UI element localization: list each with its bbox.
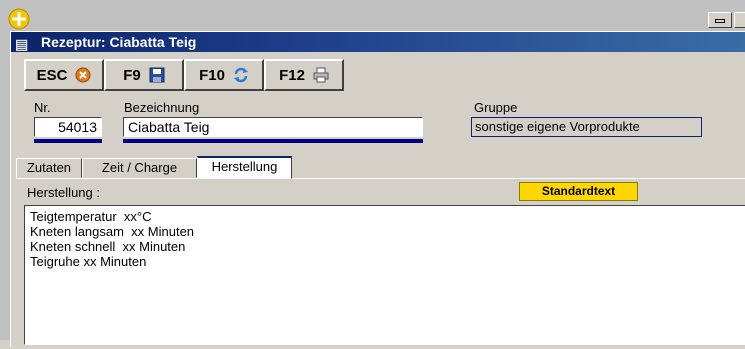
standardtext-button[interactable]: Standardtext (519, 182, 638, 201)
herstellung-textarea[interactable]: Teigtemperatur xx°C Kneten langsam xx Mi… (24, 205, 745, 345)
f12-label: F12 (279, 66, 305, 84)
f10-refresh-button[interactable]: F10 (184, 59, 264, 91)
document-icon: ▤ (15, 36, 29, 52)
tab-zeit-charge[interactable]: Zeit / Charge (82, 158, 197, 178)
minimize-button[interactable] (708, 12, 732, 28)
f9-save-button[interactable]: F9 (104, 59, 184, 91)
maximize-button[interactable] (734, 12, 745, 28)
printer-icon (313, 67, 329, 83)
esc-button[interactable]: ESC (24, 59, 104, 91)
nr-label: Nr. (34, 100, 51, 115)
tab-herstellung[interactable]: Herstellung (197, 156, 292, 179)
tab-zutaten[interactable]: Zutaten (16, 158, 82, 178)
window-title: Rezeptur: Ciabatta Teig (41, 34, 197, 50)
nr-field[interactable]: 54013 (34, 117, 102, 137)
text-line: Teigtemperatur xx°C (30, 209, 152, 224)
title-bar[interactable]: ▤ Rezeptur: Ciabatta Teig (11, 32, 745, 52)
bezeichnung-underline (123, 139, 423, 143)
gruppe-field[interactable]: sonstige eigene Vorprodukte (471, 117, 702, 137)
esc-label: ESC (36, 66, 68, 84)
text-line: Kneten schnell xx Minuten (30, 239, 186, 254)
app-logo-icon (8, 8, 30, 30)
recipe-window: ▤ Rezeptur: Ciabatta Teig ESC F9 F10 F12… (10, 31, 745, 349)
herstellung-label: Herstellung : (27, 185, 100, 200)
f9-label: F9 (123, 66, 141, 84)
refresh-icon (233, 67, 248, 83)
f10-label: F10 (199, 66, 225, 84)
gruppe-label: Gruppe (474, 100, 518, 115)
bezeichnung-field[interactable]: Ciabatta Teig (123, 117, 423, 137)
text-line: Teigruhe xx Minuten (30, 254, 147, 269)
nr-underline (34, 139, 102, 143)
f12-print-button[interactable]: F12 (264, 59, 344, 91)
text-line: Kneten langsam xx Minuten (30, 224, 195, 239)
bezeichnung-label: Bezeichnung (124, 100, 200, 115)
cancel-icon (75, 67, 91, 83)
save-disk-icon (149, 67, 165, 83)
